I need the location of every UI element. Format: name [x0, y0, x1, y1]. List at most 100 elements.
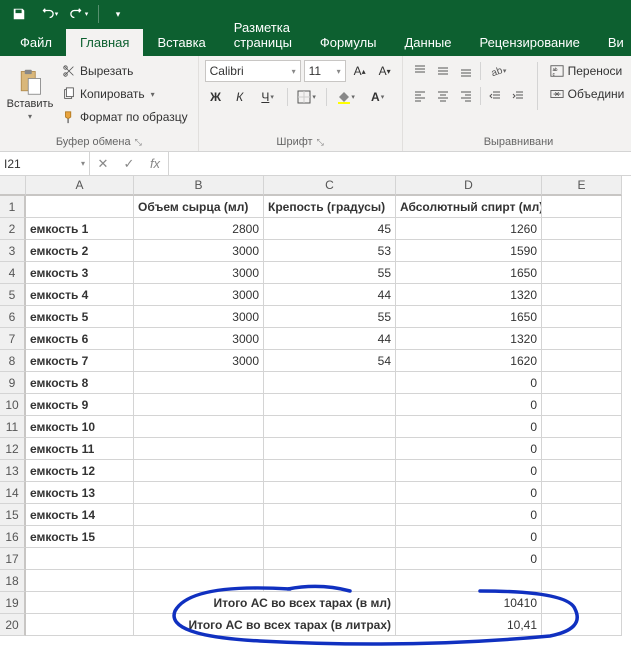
cut-button[interactable]: Вырезать: [58, 60, 192, 82]
align-left-button[interactable]: [409, 85, 431, 107]
cell[interactable]: Крепость (градусы): [264, 196, 396, 218]
clipboard-expand-icon[interactable]: ⤡: [135, 137, 142, 148]
row-header-1[interactable]: 1: [0, 196, 26, 218]
italic-button[interactable]: К: [229, 86, 251, 108]
cell[interactable]: [542, 350, 622, 372]
cell[interactable]: 3000: [134, 350, 264, 372]
row-header-20[interactable]: 20: [0, 614, 26, 636]
col-header-A[interactable]: A: [26, 176, 134, 196]
decrease-indent-button[interactable]: [484, 85, 506, 107]
cell[interactable]: 0: [396, 482, 542, 504]
bold-button[interactable]: Ж: [205, 86, 227, 108]
cell[interactable]: емкость 12: [26, 460, 134, 482]
cell[interactable]: емкость 10: [26, 416, 134, 438]
row-header-16[interactable]: 16: [0, 526, 26, 548]
format-painter-button[interactable]: Формат по образцу: [58, 106, 192, 128]
cell[interactable]: [134, 372, 264, 394]
cell[interactable]: [264, 548, 396, 570]
cell[interactable]: [26, 592, 134, 614]
cell[interactable]: [264, 394, 396, 416]
cell[interactable]: [264, 526, 396, 548]
cell[interactable]: [264, 482, 396, 504]
tab-file[interactable]: Файл: [6, 29, 66, 56]
cell[interactable]: 1260: [396, 218, 542, 240]
cell[interactable]: 0: [396, 548, 542, 570]
undo-button[interactable]: ▾: [36, 2, 62, 26]
align-middle-button[interactable]: [432, 60, 454, 82]
increase-font-button[interactable]: A▴: [349, 60, 371, 82]
cell[interactable]: [134, 526, 264, 548]
cell[interactable]: [542, 570, 622, 592]
row-header-18[interactable]: 18: [0, 570, 26, 592]
cell[interactable]: 55: [264, 306, 396, 328]
cell[interactable]: 0: [396, 416, 542, 438]
cell[interactable]: [26, 570, 134, 592]
row-header-2[interactable]: 2: [0, 218, 26, 240]
save-button[interactable]: [6, 2, 32, 26]
cell[interactable]: [542, 592, 622, 614]
orientation-button[interactable]: ab▾: [484, 60, 512, 82]
cell[interactable]: 1320: [396, 284, 542, 306]
cell[interactable]: [134, 548, 264, 570]
cell[interactable]: 0: [396, 460, 542, 482]
cell[interactable]: [542, 328, 622, 350]
row-header-4[interactable]: 4: [0, 262, 26, 284]
underline-button[interactable]: Ч▾: [253, 86, 283, 108]
tab-insert[interactable]: Вставка: [143, 29, 219, 56]
cell[interactable]: Итого АС во всех тарах (в мл): [134, 592, 396, 614]
tab-home[interactable]: Главная: [66, 29, 143, 56]
cell[interactable]: 0: [396, 504, 542, 526]
cell[interactable]: [134, 460, 264, 482]
cell[interactable]: [542, 526, 622, 548]
cell[interactable]: [134, 504, 264, 526]
cell[interactable]: [542, 240, 622, 262]
cell[interactable]: [264, 570, 396, 592]
row-header-14[interactable]: 14: [0, 482, 26, 504]
cell[interactable]: [542, 306, 622, 328]
cell[interactable]: емкость 7: [26, 350, 134, 372]
cell[interactable]: [134, 416, 264, 438]
cell[interactable]: 1320: [396, 328, 542, 350]
cell[interactable]: 44: [264, 328, 396, 350]
cell[interactable]: [134, 482, 264, 504]
cell[interactable]: 3000: [134, 240, 264, 262]
cell[interactable]: 3000: [134, 262, 264, 284]
cell[interactable]: емкость 13: [26, 482, 134, 504]
cell[interactable]: [264, 416, 396, 438]
cell[interactable]: емкость 3: [26, 262, 134, 284]
cell[interactable]: емкость 14: [26, 504, 134, 526]
cell[interactable]: 0: [396, 526, 542, 548]
cell[interactable]: 1620: [396, 350, 542, 372]
merge-button[interactable]: Объедини: [546, 83, 629, 105]
cell[interactable]: [134, 438, 264, 460]
cell[interactable]: [264, 372, 396, 394]
cell[interactable]: [542, 372, 622, 394]
tab-pagelayout[interactable]: Разметка страницы: [220, 14, 306, 56]
cell[interactable]: [542, 284, 622, 306]
cell[interactable]: емкость 2: [26, 240, 134, 262]
align-center-button[interactable]: [432, 85, 454, 107]
cell[interactable]: 1650: [396, 262, 542, 284]
cell[interactable]: емкость 15: [26, 526, 134, 548]
cell[interactable]: емкость 1: [26, 218, 134, 240]
accept-formula-button[interactable]: ✓: [116, 152, 142, 175]
fx-button[interactable]: fx: [142, 152, 168, 175]
cell[interactable]: [542, 548, 622, 570]
tab-formulas[interactable]: Формулы: [306, 29, 391, 56]
cell[interactable]: Объем сырца (мл): [134, 196, 264, 218]
cell[interactable]: 3000: [134, 306, 264, 328]
cell[interactable]: 0: [396, 438, 542, 460]
customize-qat-button[interactable]: ▾: [105, 2, 131, 26]
wrap-text-button[interactable]: abc Переноси: [546, 60, 629, 82]
select-all-corner[interactable]: [0, 176, 26, 196]
cell[interactable]: емкость 9: [26, 394, 134, 416]
cell[interactable]: [542, 394, 622, 416]
col-header-B[interactable]: B: [134, 176, 264, 196]
cell[interactable]: 10,41: [396, 614, 542, 636]
cell[interactable]: [26, 548, 134, 570]
row-header-15[interactable]: 15: [0, 504, 26, 526]
cell[interactable]: [264, 504, 396, 526]
cell[interactable]: [264, 438, 396, 460]
name-box[interactable]: I21▾: [0, 152, 90, 175]
tab-data[interactable]: Данные: [391, 29, 466, 56]
